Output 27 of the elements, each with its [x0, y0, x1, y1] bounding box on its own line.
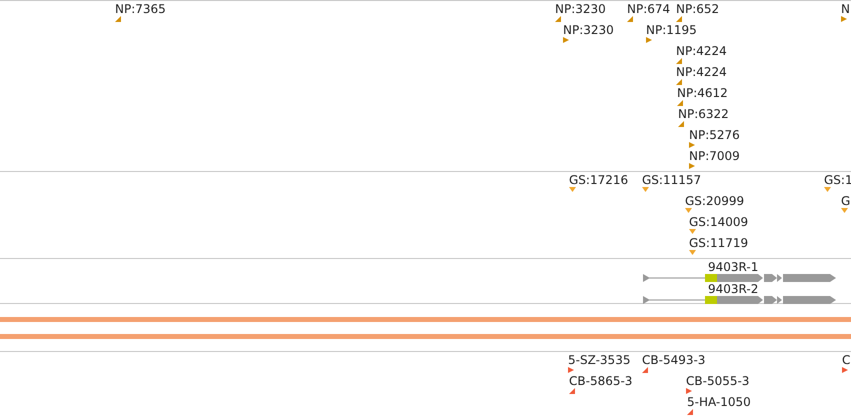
feature-label: NP:4224 [676, 44, 727, 58]
feature-label: CB-5055-3 [686, 374, 750, 388]
feature-label: NP:674 [627, 2, 670, 16]
feature-label: GS:11157 [642, 173, 702, 187]
feature-label: CB-5865-3 [569, 374, 632, 388]
feature-label: 5-SZ-3535 [568, 353, 630, 367]
feature-label: NP:4612 [677, 86, 728, 100]
feature-label: GS:14009 [689, 215, 748, 229]
feature-label: GS:17216 [569, 173, 628, 187]
feature-label: NP:7365 [115, 2, 166, 16]
feature-label: NP:4224 [676, 65, 727, 79]
feature-label: NP:7009 [689, 149, 740, 163]
feature-label: NP:3230 [555, 2, 606, 16]
feature-label: CB-5493-3 [642, 353, 706, 367]
feature-label: GS:11719 [689, 236, 748, 250]
feature-label: NP:5276 [689, 128, 740, 142]
feature-label: NP:1195 [646, 23, 697, 37]
feature-label: GS:20999 [685, 194, 744, 208]
feature-label: G [841, 194, 850, 208]
feature-label: NP:6322 [678, 107, 729, 121]
feature-label: NP:652 [676, 2, 720, 16]
transcript-label: 9403R-1 [708, 260, 760, 274]
feature-label: C [842, 353, 850, 367]
feature-label: NP:3230 [563, 23, 614, 37]
transcript-label: 9403R-2 [708, 282, 760, 296]
feature-label: 5-HA-1050 [687, 395, 751, 409]
feature-label: N [841, 2, 850, 16]
